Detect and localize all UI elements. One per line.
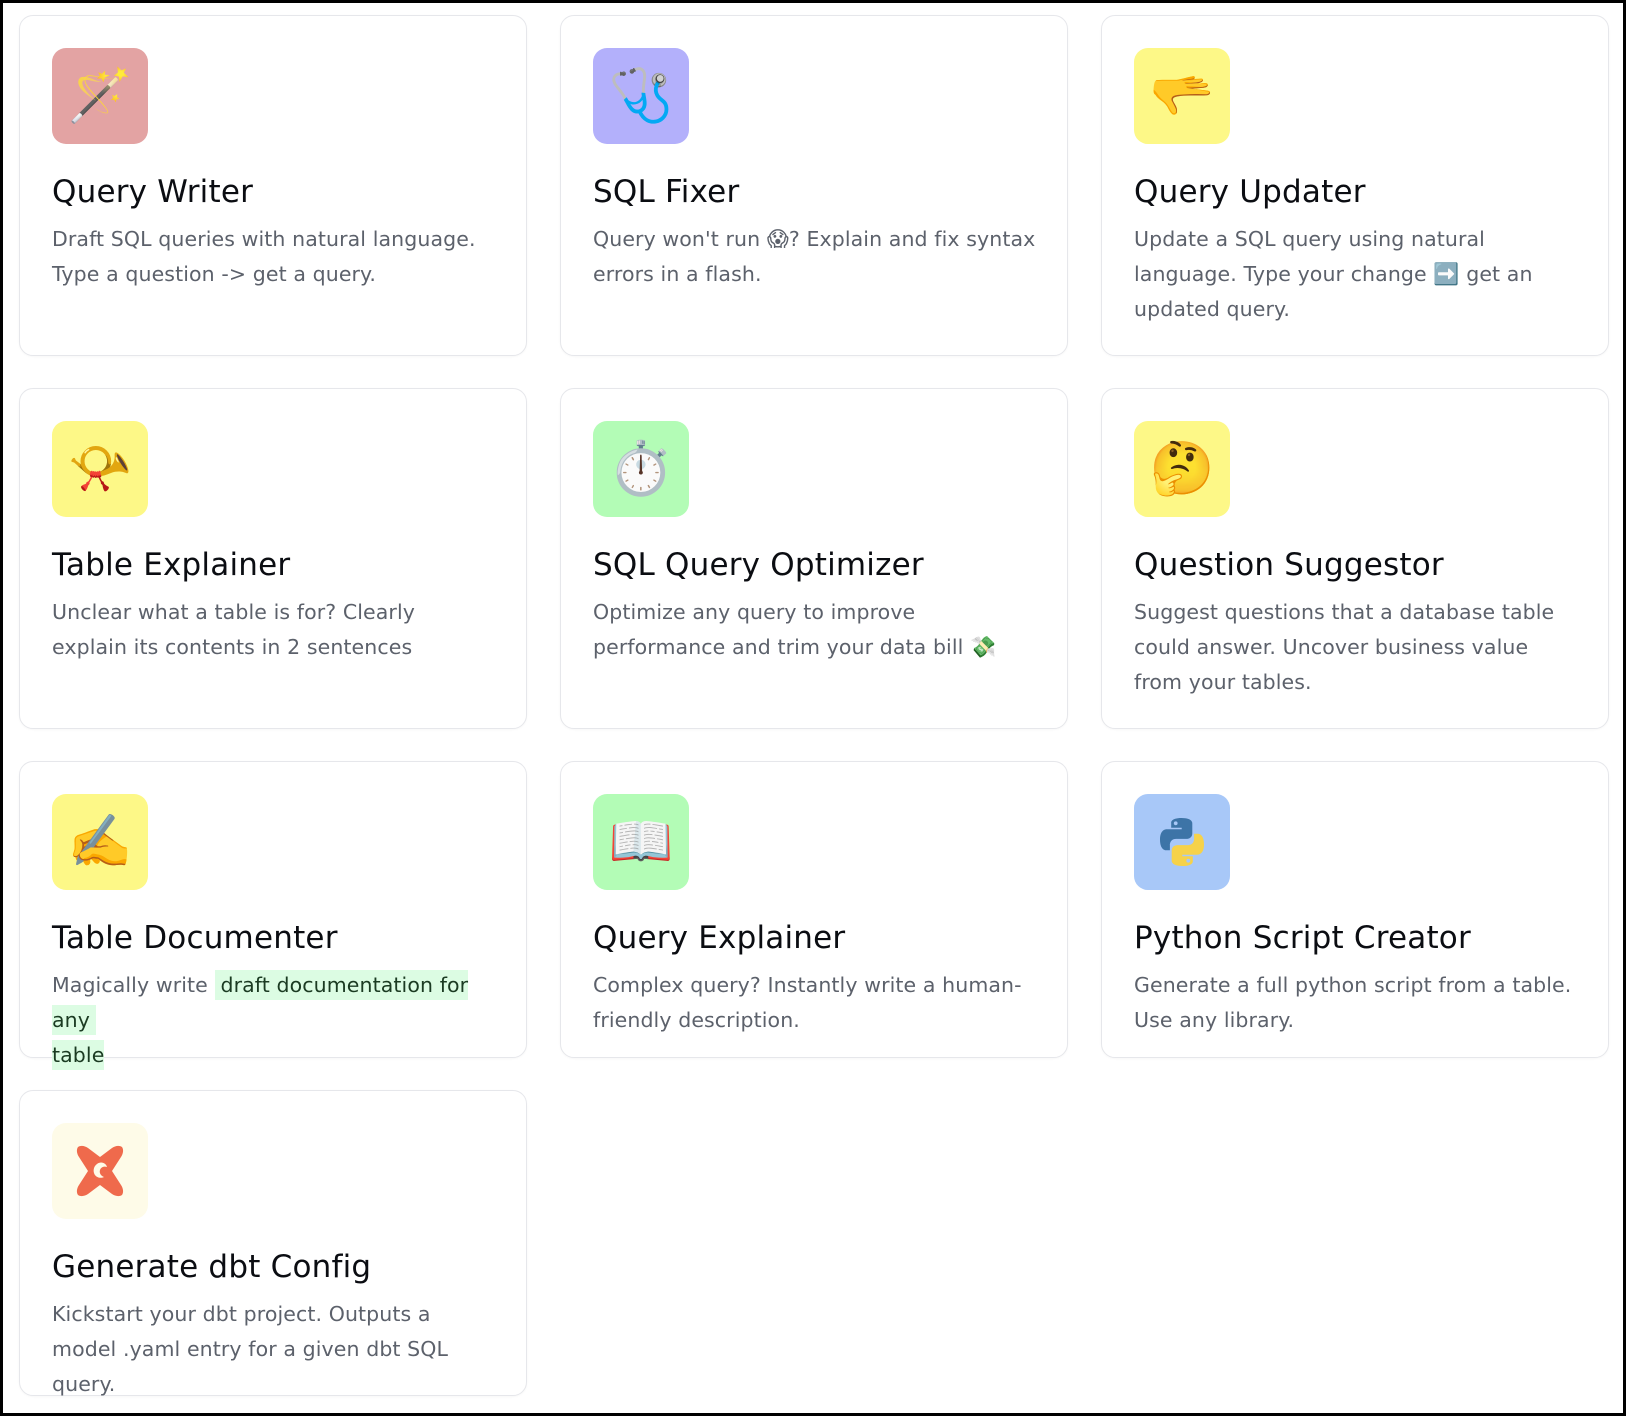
icon-tile: 🩺 (593, 48, 689, 144)
card-generate-dbt-config[interactable]: Generate dbt Config Kickstart your dbt p… (19, 1090, 527, 1396)
tools-grid: 🪄 Query Writer Draft SQL queries with na… (19, 15, 1611, 1396)
card-description: Query won't run 😱? Explain and fix synta… (593, 222, 1037, 292)
app-frame: 🪄 Query Writer Draft SQL queries with na… (0, 0, 1626, 1416)
card-table-documenter[interactable]: ✍️ Table Documenter Magically write draf… (19, 761, 527, 1070)
stopwatch-icon: ⏱️ (608, 439, 674, 499)
card-sql-fixer[interactable]: 🩺 SQL Fixer Query won't run 😱? Explain a… (560, 15, 1068, 356)
card-title: Query Writer (52, 174, 254, 210)
card-description: Kickstart your dbt project. Outputs a mo… (52, 1302, 449, 1396)
scream-face-icon: 😱 (766, 227, 789, 251)
card-question-suggestor[interactable]: 🤔 Question Suggestor Suggest questions t… (1101, 388, 1609, 729)
postal-horn-icon: 📯 (67, 439, 133, 499)
card-title: Table Explainer (52, 547, 291, 583)
python-logo-icon (1160, 818, 1204, 866)
highlighted-text: table (52, 1040, 105, 1070)
card-title: Python Script Creator (1134, 920, 1471, 956)
icon-tile: 🤔 (1134, 421, 1230, 517)
icon-tile (1134, 794, 1230, 890)
money-with-wings-icon: 💸 (970, 635, 997, 659)
desc-text: Optimize any query to improve performanc… (593, 600, 971, 659)
card-query-explainer[interactable]: 📖 Query Explainer Complex query? Instant… (560, 761, 1068, 1058)
card-title: Table Documenter (52, 920, 338, 956)
card-sql-query-optimizer[interactable]: ⏱️ SQL Query Optimizer Optimize any quer… (560, 388, 1068, 729)
card-description: Draft SQL queries with natural language.… (52, 227, 476, 286)
card-query-updater[interactable]: 🫳 Query Updater Update a SQL query using… (1101, 15, 1609, 356)
icon-tile: ✍️ (52, 794, 148, 890)
desc-text: Magically write (52, 973, 215, 997)
thinking-face-icon: 🤔 (1149, 439, 1215, 499)
right-arrow-icon: ➡️ (1433, 262, 1460, 286)
icon-tile: 🫳 (1134, 48, 1230, 144)
pointing-hand-icon: 🫳 (1149, 66, 1215, 126)
card-title: Generate dbt Config (52, 1249, 372, 1285)
card-description: Suggest questions that a database table … (1134, 600, 1555, 694)
open-book-icon: 📖 (608, 812, 674, 872)
icon-tile: 🪄 (52, 48, 148, 144)
icon-tile: ⏱️ (593, 421, 689, 517)
desc-text: Query won't run (593, 227, 767, 251)
card-description: Update a SQL query using natural languag… (1134, 222, 1578, 327)
card-title: Query Explainer (593, 920, 846, 956)
card-table-explainer[interactable]: 📯 Table Explainer Unclear what a table i… (19, 388, 527, 729)
card-title: SQL Query Optimizer (593, 547, 924, 583)
icon-tile (52, 1123, 148, 1219)
card-description: Complex query? Instantly write a human-f… (593, 973, 1022, 1032)
card-python-script-creator[interactable]: Python Script Creator Generate a full py… (1101, 761, 1609, 1058)
icon-tile: 📯 (52, 421, 148, 517)
icon-tile: 📖 (593, 794, 689, 890)
card-title: SQL Fixer (593, 174, 740, 210)
card-title: Query Updater (1134, 174, 1366, 210)
card-description: Magically write draft documentation for … (52, 968, 496, 1073)
card-description: Optimize any query to improve performanc… (593, 595, 1037, 665)
card-description: Generate a full python script from a tab… (1134, 973, 1572, 1032)
card-query-writer[interactable]: 🪄 Query Writer Draft SQL queries with na… (19, 15, 527, 356)
card-title: Question Suggestor (1134, 547, 1444, 583)
dbt-logo-icon (76, 1145, 124, 1197)
stethoscope-icon: 🩺 (608, 66, 674, 126)
writing-hand-icon: ✍️ (67, 812, 133, 872)
magic-wand-icon: 🪄 (67, 66, 133, 126)
card-description: Unclear what a table is for? Clearly exp… (52, 600, 415, 659)
